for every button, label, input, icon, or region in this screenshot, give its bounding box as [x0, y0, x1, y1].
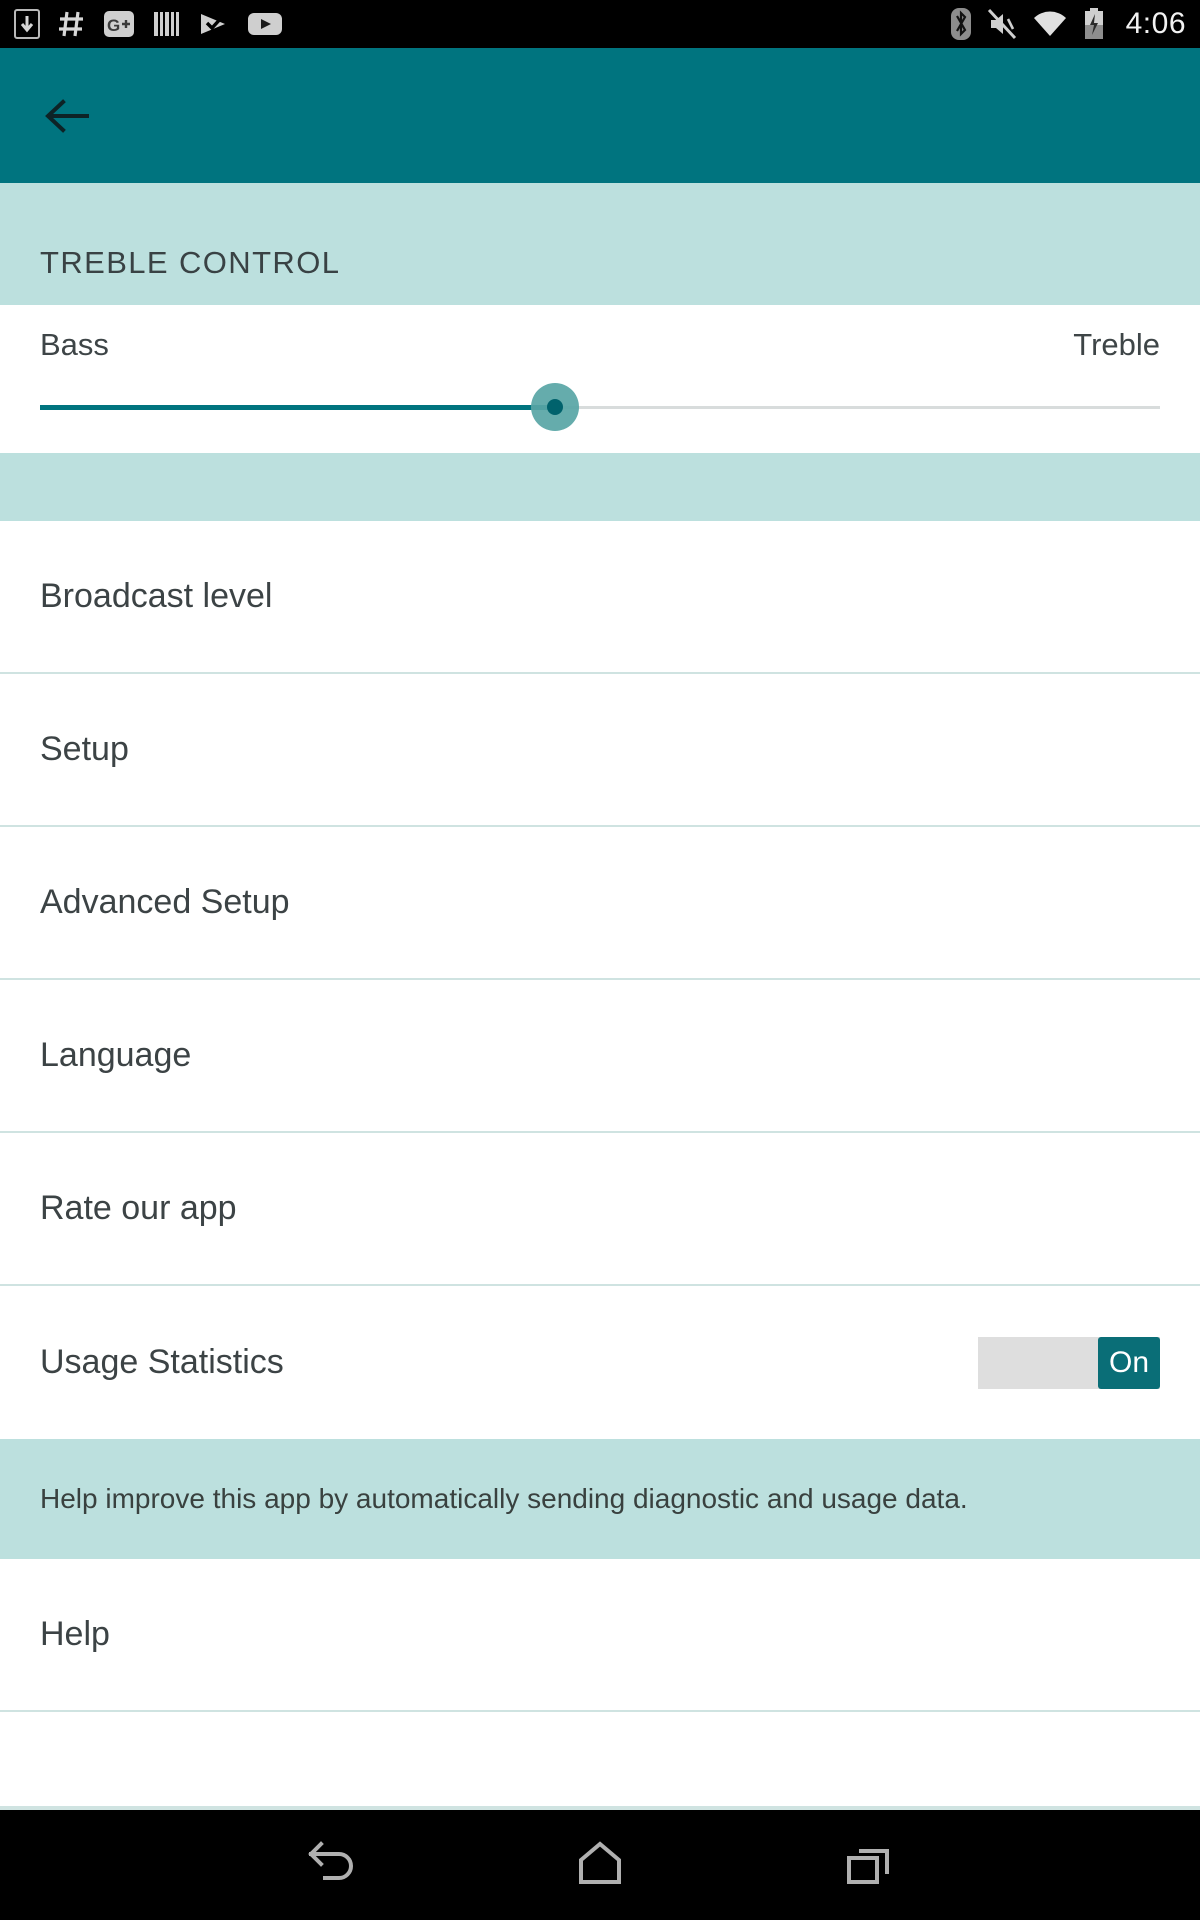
settings-list-secondary: Help: [0, 1559, 1200, 1712]
home-nav-icon[interactable]: [555, 1830, 645, 1900]
usage-statistics-helper-text: Help improve this app by automatically s…: [40, 1483, 968, 1514]
list-item-label: Rate our app: [40, 1189, 237, 1227]
play-protect-check-icon: [198, 9, 230, 39]
download-to-device-icon: [14, 9, 40, 39]
list-item-advanced-setup[interactable]: Advanced Setup: [0, 827, 1200, 980]
status-bar-right-icons: 4:06: [950, 7, 1186, 41]
wifi-icon: [1032, 10, 1068, 38]
system-navigation-bar: [0, 1810, 1200, 1920]
usage-statistics-label: Usage Statistics: [40, 1343, 284, 1381]
toggle-state-label: On: [1108, 1345, 1150, 1379]
slider-track-fill: [40, 405, 556, 410]
youtube-icon: [248, 11, 282, 37]
section-header: TREBLE CONTROL: [0, 183, 1200, 305]
recents-nav-icon[interactable]: [825, 1830, 915, 1900]
list-item-setup[interactable]: Setup: [0, 674, 1200, 827]
android-settings-screen: G 4:06 TREBLE CONTROL Bass Treble Broadc…: [0, 0, 1200, 1920]
section-header-title: TREBLE CONTROL: [40, 245, 341, 280]
list-item-language[interactable]: Language: [0, 980, 1200, 1133]
list-item-label: Language: [40, 1036, 192, 1074]
app-bar: [0, 48, 1200, 183]
slider-min-label: Bass: [40, 327, 109, 362]
svg-text:G: G: [107, 16, 120, 35]
usage-statistics-right: On: [978, 1336, 1160, 1389]
section-spacer-band: [0, 453, 1200, 521]
status-bar-clock: 4:06: [1125, 7, 1186, 40]
list-item-usage-statistics[interactable]: Usage Statistics On: [0, 1286, 1200, 1439]
hashtag-slack-icon: [58, 9, 86, 39]
toggle-thumb[interactable]: On: [1098, 1336, 1160, 1389]
bluetooth-icon: [950, 7, 972, 41]
bass-treble-slider[interactable]: [40, 377, 1160, 437]
barcode-icon: [152, 9, 180, 39]
list-item-help[interactable]: Help: [0, 1559, 1200, 1712]
back-nav-icon[interactable]: [285, 1830, 375, 1900]
google-plus-icon: G: [104, 9, 134, 39]
back-button[interactable]: [38, 88, 94, 144]
list-item-label: Setup: [40, 730, 129, 768]
treble-control-slider-block: Bass Treble: [0, 305, 1200, 453]
list-item-label: Help: [40, 1615, 110, 1653]
slider-max-label: Treble: [1073, 327, 1160, 362]
list-item-rate-our-app[interactable]: Rate our app: [0, 1133, 1200, 1286]
battery-charging-icon: [1083, 8, 1105, 40]
status-bar: G 4:06: [0, 0, 1200, 48]
slider-labels: Bass Treble: [40, 305, 1160, 363]
list-tail-filler: [0, 1712, 1200, 1806]
list-item-label: Broadcast level: [40, 577, 273, 615]
usage-statistics-helper-band: Help improve this app by automatically s…: [0, 1439, 1200, 1559]
settings-list: Broadcast level Setup Advanced Setup Lan…: [0, 521, 1200, 1439]
arrow-left-icon: [45, 98, 89, 133]
status-bar-left-icons: G: [14, 9, 282, 39]
list-item-broadcast-level[interactable]: Broadcast level: [0, 521, 1200, 674]
usage-statistics-toggle[interactable]: On: [978, 1336, 1160, 1389]
list-item-label: Advanced Setup: [40, 883, 290, 921]
ringer-muted-icon: [987, 8, 1017, 40]
